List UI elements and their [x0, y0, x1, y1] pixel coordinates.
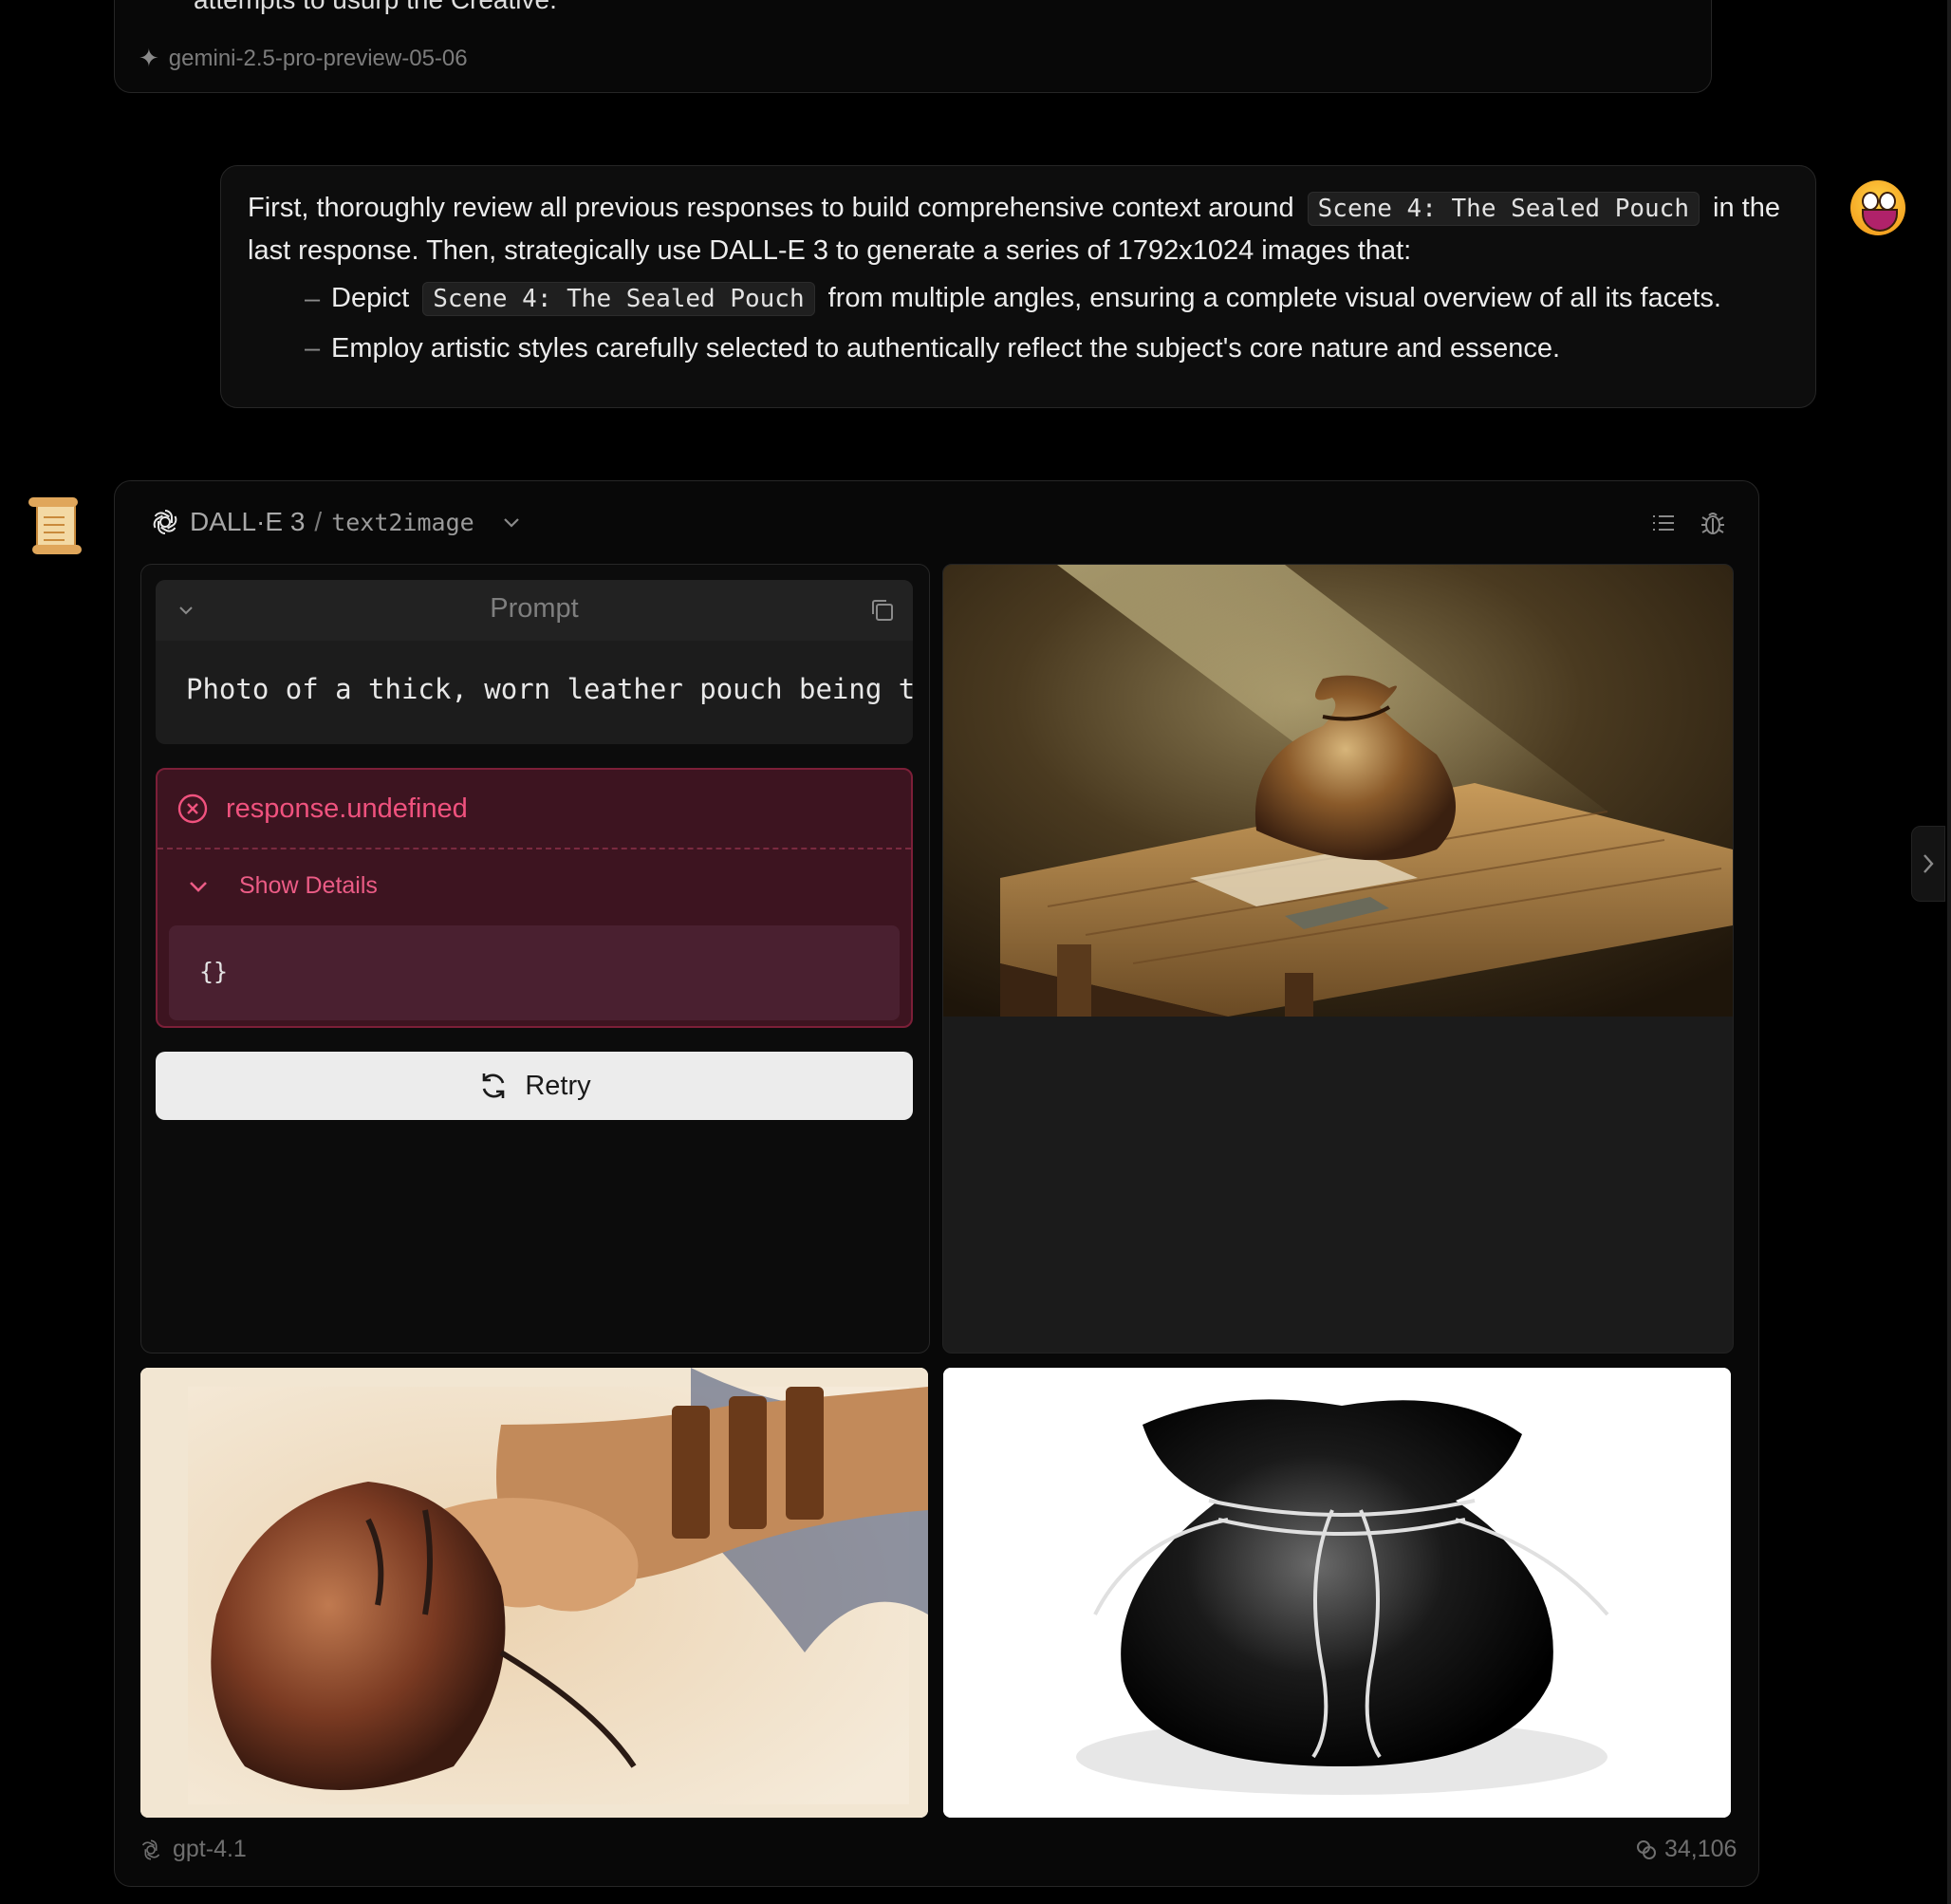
- tool-provider: DALL·E 3: [190, 507, 306, 536]
- user-bullet-list: – Depict Scene 4: The Sealed Pouch from …: [248, 277, 1789, 369]
- user-message: First, thoroughly review all previous re…: [220, 165, 1816, 408]
- tool-actions: [1649, 509, 1727, 537]
- bullet-dash: –: [305, 283, 321, 314]
- footer-model-name: gpt-4.1: [173, 1836, 247, 1862]
- tool-separator: /: [314, 507, 323, 536]
- watercolor-hand-pouch-image: [140, 1368, 928, 1818]
- refresh-icon: [483, 1073, 505, 1098]
- bullet-text: Depict: [331, 283, 410, 313]
- prompt-text: Photo of a thick, worn leather pouch bei…: [186, 673, 913, 705]
- retry-button[interactable]: Retry: [156, 1052, 913, 1120]
- openai-icon: [141, 1839, 160, 1860]
- monochrome-pouch-image: [943, 1368, 1731, 1818]
- bullet-text: Employ artistic styles carefully selecte…: [331, 333, 1561, 364]
- bullet-dash: –: [305, 333, 321, 364]
- list-icon[interactable]: [1649, 509, 1678, 537]
- previous-message-tail: attempts to usurp the Creative.: [194, 0, 557, 15]
- token-count: 34,106: [1634, 1836, 1737, 1863]
- error-circle-x-icon: [177, 793, 208, 824]
- error-box: response.undefined Show Details {}: [156, 768, 913, 1028]
- scene-code: Scene 4: The Sealed Pouch: [1307, 192, 1700, 226]
- list-item: – Depict Scene 4: The Sealed Pouch from …: [248, 277, 1789, 320]
- token-count-value: 34,106: [1664, 1836, 1737, 1862]
- user-message-paragraph: First, thoroughly review all previous re…: [248, 187, 1789, 271]
- scene-code: Scene 4: The Sealed Pouch: [422, 282, 815, 316]
- scroll-avatar-icon[interactable]: [28, 497, 82, 554]
- error-title: response.undefined: [177, 793, 468, 825]
- bug-icon[interactable]: [1699, 509, 1727, 537]
- show-details-toggle[interactable]: Show Details: [186, 872, 378, 900]
- list-item: – Employ artistic styles carefully selec…: [248, 327, 1789, 369]
- generated-image-2[interactable]: [140, 1368, 928, 1818]
- tool-api-name: text2image: [331, 508, 474, 536]
- page-scrollbar[interactable]: [1947, 0, 1951, 1904]
- chevron-down-icon: [190, 881, 207, 892]
- generated-image-1[interactable]: [942, 564, 1734, 1353]
- tokens-icon: [1637, 1839, 1656, 1859]
- prompt-title: Prompt: [490, 593, 579, 624]
- prompt-header[interactable]: Prompt: [156, 580, 913, 641]
- tool-header[interactable]: DALL·E 3 / text2image: [150, 503, 522, 541]
- prompt-box: Prompt Photo of a thick, worn leather po…: [156, 580, 913, 744]
- chevron-right-icon: [1923, 854, 1934, 873]
- retry-label: Retry: [525, 1070, 591, 1101]
- generated-image-3[interactable]: [943, 1368, 1731, 1818]
- bullet-text: from multiple angles, ensuring a complet…: [827, 283, 1721, 313]
- error-message: response.undefined: [226, 793, 468, 824]
- chevron-down-icon: [503, 518, 519, 528]
- error-details-code: {}: [169, 925, 900, 1020]
- copy-icon[interactable]: [867, 595, 898, 625]
- openai-icon: [153, 510, 177, 534]
- user-avatar[interactable]: [1850, 180, 1905, 235]
- previous-model-name: gemini-2.5-pro-preview-05-06: [168, 45, 468, 71]
- show-details-label: Show Details: [239, 872, 378, 899]
- gemini-sparkle-icon: ✦: [139, 44, 159, 72]
- footer-model-tag: gpt-4.1: [139, 1836, 247, 1863]
- previous-model-tag: ✦ gemini-2.5-pro-preview-05-06: [139, 44, 468, 73]
- user-text-part: First, thoroughly review all previous re…: [248, 193, 1294, 223]
- error-divider: [158, 848, 911, 849]
- error-json: {}: [199, 958, 229, 985]
- sidebar-toggle[interactable]: [1911, 826, 1945, 902]
- pouch-on-table-image: [943, 565, 1733, 1017]
